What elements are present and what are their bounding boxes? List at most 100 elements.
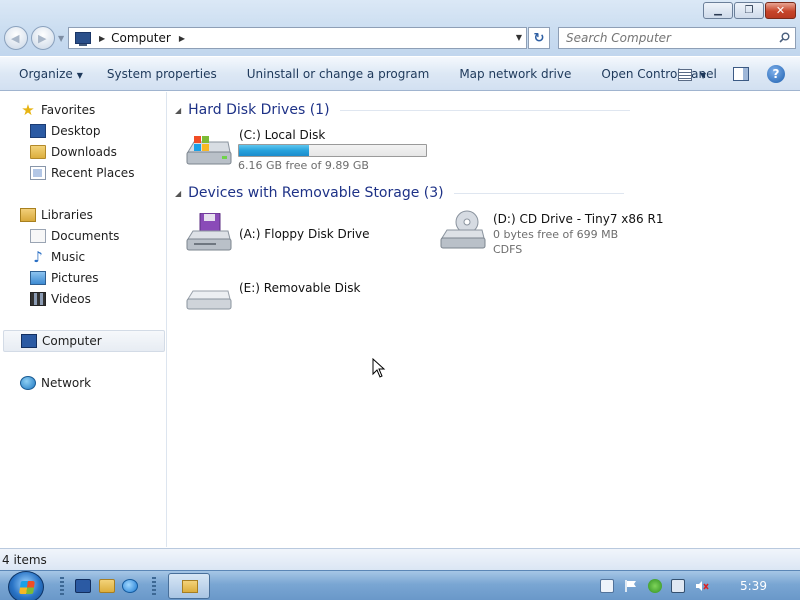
tray-document-icon[interactable] (600, 579, 614, 593)
drive-free-space: 6.16 GB free of 9.89 GB (238, 159, 369, 172)
computer-icon (75, 32, 91, 46)
taskbar-grip[interactable] (60, 577, 64, 595)
nav-libraries[interactable]: Libraries (20, 205, 93, 225)
forward-button[interactable]: ▶ (31, 26, 55, 50)
volume-muted-icon[interactable] (695, 579, 709, 593)
internet-explorer-icon[interactable] (122, 579, 138, 593)
breadcrumb-chevron-icon[interactable]: ▶ (179, 34, 185, 43)
nav-downloads[interactable]: Downloads (30, 142, 117, 162)
search-icon[interactable] (779, 32, 790, 43)
back-arrow-icon: ◀ (11, 32, 20, 45)
nav-label: Favorites (41, 103, 96, 117)
organize-label: Organize (19, 66, 73, 81)
drive-e[interactable]: (E:) Removable Disk (184, 275, 384, 315)
refresh-button[interactable]: ↻ (528, 27, 550, 49)
navigation-pane: ★ Favorites Desktop Downloads Recent Pla… (0, 92, 167, 547)
drive-file-system: CDFS (493, 243, 523, 256)
network-globe-icon (20, 376, 36, 390)
nav-label: Computer (42, 334, 102, 348)
nav-videos[interactable]: Videos (30, 289, 91, 309)
drive-name: (A:) Floppy Disk Drive (239, 227, 370, 241)
music-note-icon: ♪ (33, 248, 43, 266)
nav-label: Videos (51, 292, 91, 306)
drive-usage-fill (239, 145, 310, 156)
explorer-icon[interactable] (99, 579, 115, 593)
search-box[interactable] (558, 27, 796, 49)
system-clock[interactable]: 5:39 (740, 579, 767, 593)
floppy-drive-icon (186, 213, 232, 251)
action-center-flag-icon[interactable] (624, 579, 638, 593)
status-bar: 4 items (0, 548, 800, 570)
collapse-triangle-icon[interactable]: ◢ (175, 189, 181, 198)
network-status-icon[interactable] (671, 579, 685, 593)
breadcrumb-computer[interactable]: Computer (111, 31, 171, 45)
nav-label: Music (51, 250, 86, 264)
minimize-icon: ▁ (714, 4, 722, 16)
item-count: 4 items (2, 552, 47, 567)
group-removable-storage[interactable]: ◢ Devices with Removable Storage (3) (175, 183, 624, 203)
help-icon: ? (772, 67, 780, 81)
pictures-icon (30, 271, 46, 285)
forward-arrow-icon: ▶ (38, 32, 47, 45)
taskbar-grip[interactable] (152, 577, 156, 595)
film-strip-icon (30, 292, 46, 306)
security-check-icon[interactable] (648, 579, 662, 593)
group-divider (453, 192, 624, 194)
removable-disk-icon (186, 290, 232, 310)
nav-desktop[interactable]: Desktop (30, 121, 101, 141)
recent-pages-dropdown-icon[interactable]: ▼ (58, 34, 64, 43)
drive-c[interactable]: (C:) Local Disk 6.16 GB free of 9.89 GB (184, 128, 434, 174)
start-button[interactable] (8, 571, 44, 600)
preview-pane-button[interactable] (733, 67, 749, 81)
minimize-button[interactable]: ▁ (703, 2, 733, 19)
maximize-button[interactable]: ❐ (734, 2, 764, 19)
change-view-button[interactable]: ▼ (678, 66, 714, 84)
drive-usage-bar (238, 144, 427, 157)
nav-computer[interactable]: Computer (3, 330, 165, 352)
chevron-down-icon: ▼ (700, 70, 707, 80)
content-area: ◢ Hard Disk Drives (1) (C:) Local Disk 6… (168, 92, 800, 547)
nav-label: Desktop (51, 124, 101, 138)
close-button[interactable]: ✕ (765, 2, 796, 19)
nav-pictures[interactable]: Pictures (30, 268, 99, 288)
nav-favorites[interactable]: ★ Favorites (20, 100, 95, 120)
drive-d[interactable]: (D:) CD Drive - Tiny7 x86 R1 0 bytes fre… (438, 210, 678, 260)
back-button[interactable]: ◀ (4, 26, 28, 50)
mouse-cursor-icon (372, 358, 386, 378)
restore-icon: ❐ (744, 4, 754, 16)
search-input[interactable] (566, 31, 776, 45)
nav-label: Libraries (41, 208, 93, 222)
window-frame: ▁ ❐ ✕ ◀ ▶ ▼ ▶ Computer ▶ ▼ ↻ (0, 0, 800, 56)
nav-recent-places[interactable]: Recent Places (30, 163, 134, 183)
group-hard-disk-drives[interactable]: ◢ Hard Disk Drives (1) (175, 100, 630, 120)
window-controls: ▁ ❐ ✕ (703, 2, 796, 19)
collapse-triangle-icon[interactable]: ◢ (175, 106, 181, 115)
taskbar-explorer-window[interactable] (168, 573, 210, 599)
nav-network[interactable]: Network (20, 373, 91, 393)
system-properties-button[interactable]: System properties (106, 63, 218, 85)
refresh-icon: ↻ (533, 30, 545, 46)
drive-free-space: 0 bytes free of 699 MB (493, 228, 619, 241)
chevron-down-icon: ▼ (76, 70, 83, 80)
uninstall-program-button[interactable]: Uninstall or change a program (246, 63, 431, 85)
taskbar: 5:39 (0, 570, 800, 600)
help-button[interactable]: ? (767, 65, 785, 83)
drive-a[interactable]: (A:) Floppy Disk Drive (184, 213, 384, 255)
nav-music[interactable]: ♪ Music (30, 247, 85, 267)
address-dropdown-icon[interactable]: ▼ (516, 33, 522, 42)
nav-label: Documents (51, 229, 120, 243)
nav-label: Downloads (51, 145, 117, 159)
group-title: Devices with Removable Storage (3) (188, 185, 444, 201)
computer-icon (21, 334, 37, 348)
nav-documents[interactable]: Documents (30, 226, 119, 246)
organize-menu[interactable]: Organize ▼ (18, 63, 84, 85)
group-divider (339, 109, 630, 111)
desktop-icon (30, 124, 46, 138)
address-bar[interactable]: ▶ Computer ▶ ▼ (68, 27, 527, 49)
command-bar: Organize ▼ System properties Uninstall or… (0, 57, 800, 91)
libraries-icon (20, 208, 36, 222)
downloads-folder-icon (30, 145, 46, 159)
show-desktop-icon[interactable] (75, 579, 91, 593)
map-network-drive-button[interactable]: Map network drive (458, 63, 572, 85)
breadcrumb-chevron-icon[interactable]: ▶ (99, 34, 105, 43)
